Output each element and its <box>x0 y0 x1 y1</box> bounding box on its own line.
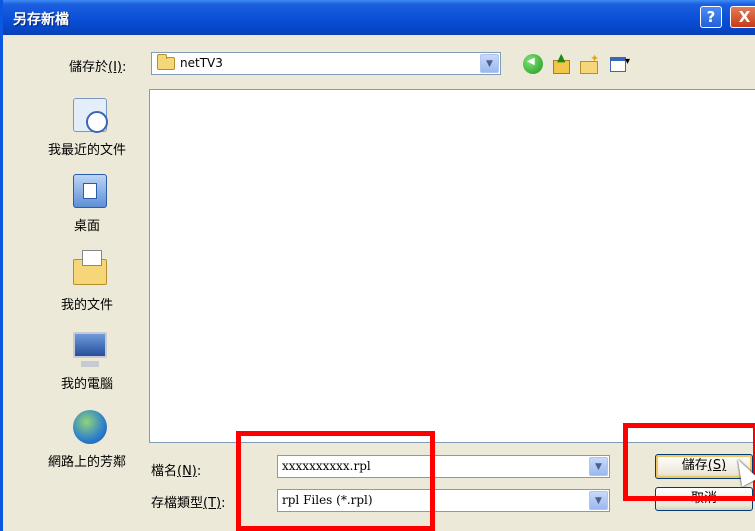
place-label: 我最近的文件 <box>47 143 126 158</box>
place-my-documents[interactable]: 我的文件 <box>25 245 149 320</box>
place-label: 網路上的芳鄰 <box>47 455 126 470</box>
filetype-label: 存檔類型(T): <box>151 496 226 511</box>
back-icon[interactable] <box>523 54 543 74</box>
highlight-box-filename <box>236 431 435 531</box>
place-my-computer[interactable]: 我的電腦 <box>25 324 149 399</box>
places-bar: 我最近的文件 桌面 我的文件 我的電腦 網路上的芳鄰 <box>25 90 149 485</box>
current-folder-name: netTV3 <box>180 56 223 70</box>
my-computer-icon <box>73 332 107 367</box>
filetype-dropdown-button[interactable]: ▼ <box>589 491 608 510</box>
close-button[interactable]: X <box>730 6 755 28</box>
place-recent-documents[interactable]: 我最近的文件 <box>25 90 149 165</box>
save-in-dropdown-button[interactable]: ▼ <box>480 54 499 73</box>
new-folder-icon[interactable] <box>579 52 599 74</box>
file-list-view[interactable] <box>149 89 755 443</box>
title-bar[interactable]: 另存新檔 ? X <box>3 0 755 35</box>
dialog-title: 另存新檔 <box>13 12 69 28</box>
place-network[interactable]: 網路上的芳鄰 <box>25 402 149 477</box>
place-label: 我的文件 <box>60 298 113 313</box>
save-in-combobox[interactable]: netTV3 ▼ <box>151 52 501 75</box>
place-label: 桌面 <box>73 219 100 234</box>
view-menu-icon[interactable] <box>609 54 633 74</box>
recent-documents-icon <box>73 98 108 133</box>
place-label: 我的電腦 <box>60 377 113 392</box>
desktop-icon <box>73 174 107 208</box>
save-as-dialog: 另存新檔 ? X 儲存於(I): netTV3 ▼ 我最近的文件 桌面 我的文件 <box>0 0 755 531</box>
save-in-label: 儲存於(I): <box>69 60 127 75</box>
filename-label: 檔名(N): <box>151 464 202 479</box>
my-documents-icon <box>73 250 107 285</box>
place-desktop[interactable]: 桌面 <box>25 166 149 241</box>
network-places-icon <box>73 410 107 444</box>
filename-dropdown-button[interactable]: ▼ <box>589 457 608 476</box>
help-button[interactable]: ? <box>700 6 722 28</box>
folder-icon <box>157 54 175 70</box>
up-folder-icon[interactable] <box>551 51 571 74</box>
